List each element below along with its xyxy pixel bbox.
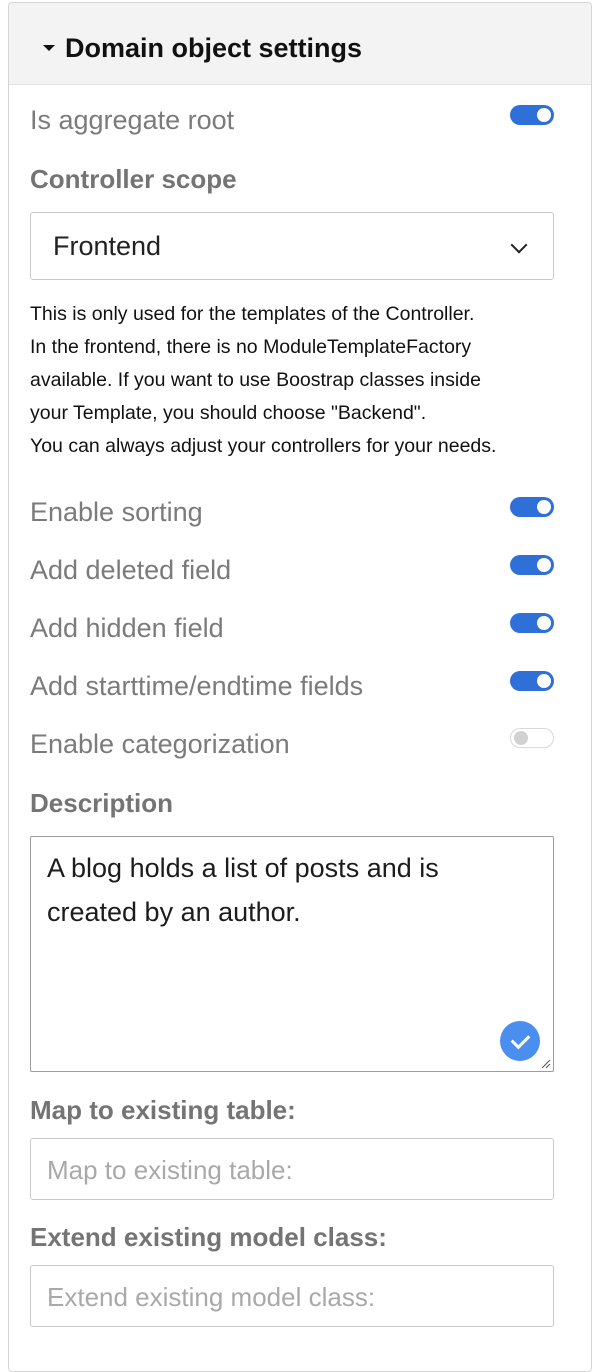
aggregate-root-label: Is aggregate root — [30, 105, 235, 135]
toggle-knob — [537, 108, 551, 122]
add-hidden-field-label: Add hidden field — [30, 613, 224, 643]
panel-title: Domain object settings — [65, 33, 363, 63]
enable-sorting-toggle[interactable] — [510, 497, 554, 517]
extend-class-placeholder: Extend existing model class: — [47, 1282, 376, 1312]
add-starttime-endtime-toggle[interactable] — [510, 671, 554, 691]
controller-scope-select[interactable]: Frontend — [30, 212, 554, 280]
controller-scope-label: Controller scope — [30, 164, 237, 194]
map-table-input[interactable]: Map to existing table: — [30, 1138, 554, 1200]
check-circle-icon[interactable] — [500, 1021, 540, 1061]
toggle-knob — [537, 674, 551, 688]
map-table-label: Map to existing table: — [30, 1095, 296, 1125]
controller-scope-help-line: your Template, you should choose "Backen… — [30, 402, 427, 424]
description-textarea[interactable]: A blog holds a list of posts and is crea… — [30, 836, 554, 1072]
description-text-line: created by an author. — [47, 897, 301, 927]
add-hidden-field-toggle[interactable] — [510, 613, 554, 633]
map-table-placeholder: Map to existing table: — [47, 1155, 293, 1185]
add-deleted-field-toggle[interactable] — [510, 555, 554, 575]
controller-scope-help-line: In the frontend, there is no ModuleTempl… — [30, 336, 472, 358]
resize-handle-icon[interactable] — [539, 1057, 551, 1069]
description-text-line: A blog holds a list of posts and is — [47, 853, 439, 883]
caret-down-icon[interactable] — [43, 45, 55, 51]
controller-scope-help-line: This is only used for the templates of t… — [30, 303, 475, 325]
add-starttime-endtime-label: Add starttime/endtime fields — [30, 671, 364, 701]
panel-header[interactable]: Domain object settings — [9, 3, 591, 85]
toggle-knob — [514, 731, 528, 745]
extend-class-label: Extend existing model class: — [30, 1222, 387, 1252]
extend-class-input[interactable]: Extend existing model class: — [30, 1265, 554, 1327]
toggle-knob — [537, 558, 551, 572]
chevron-down-icon — [510, 236, 528, 254]
controller-scope-help-line: available. If you want to use Boostrap c… — [30, 369, 481, 391]
aggregate-root-toggle[interactable] — [510, 105, 554, 125]
enable-categorization-label: Enable categorization — [30, 729, 290, 759]
controller-scope-value: Frontend — [53, 231, 162, 261]
toggle-knob — [537, 500, 551, 514]
description-label: Description — [30, 788, 174, 818]
enable-sorting-label: Enable sorting — [30, 497, 203, 527]
enable-categorization-toggle[interactable] — [510, 728, 554, 748]
controller-scope-help-line: You can always adjust your controllers f… — [30, 435, 497, 457]
add-deleted-field-label: Add deleted field — [30, 555, 232, 585]
toggle-knob — [537, 616, 551, 630]
